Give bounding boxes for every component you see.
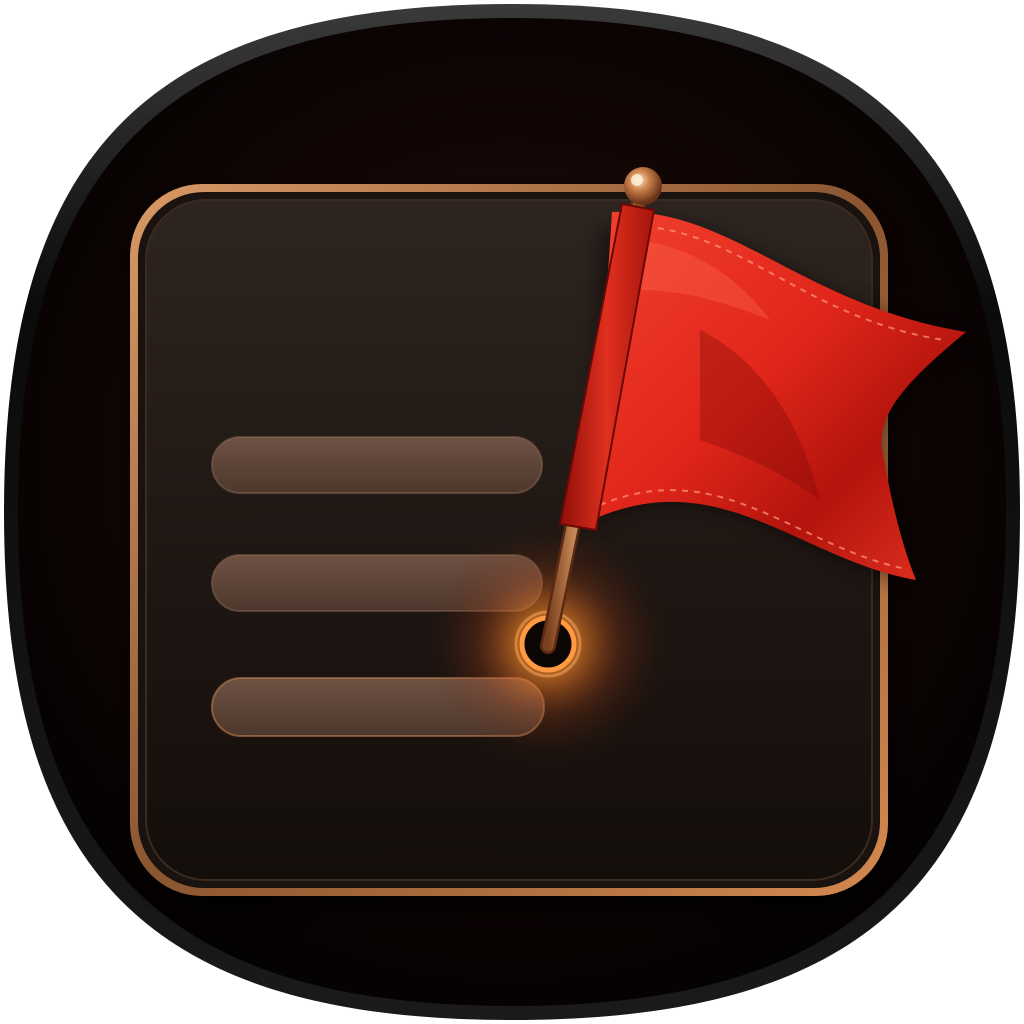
app-icon-artwork bbox=[4, 4, 1020, 1020]
app-icon bbox=[0, 0, 1024, 1024]
list-bar bbox=[212, 437, 542, 493]
